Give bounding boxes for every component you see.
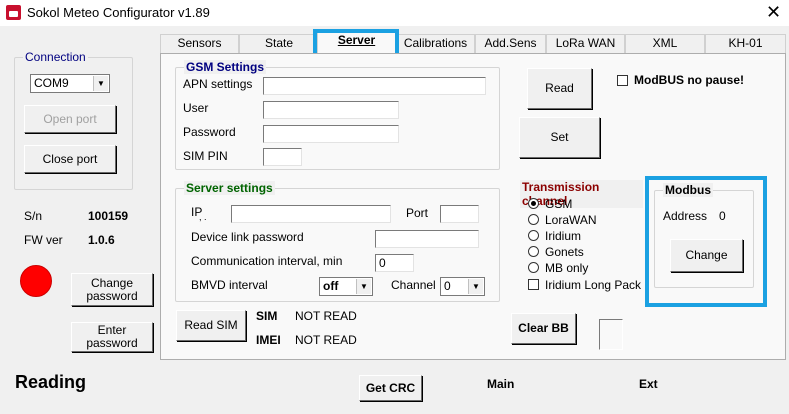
status-indicator <box>20 265 52 297</box>
sim-pin-input[interactable] <box>263 148 302 166</box>
comm-interval-input[interactable]: 0 <box>375 254 414 272</box>
chevron-down-icon: ▼ <box>356 279 371 294</box>
tab-state[interactable]: State <box>239 34 319 53</box>
radio-lorawan-label: LoraWAN <box>545 213 597 227</box>
port-select-value: COM9 <box>34 76 69 90</box>
close-port-button[interactable]: Close port <box>24 145 116 173</box>
sim-pin-label: SIM PIN <box>183 149 228 163</box>
radio-gonets-label: Gonets <box>545 245 584 259</box>
sn-value: 100159 <box>88 209 129 223</box>
window-title: Sokol Meteo Configurator v1.89 <box>27 5 210 20</box>
port-input[interactable] <box>440 205 479 223</box>
user-label: User <box>183 101 209 115</box>
radio-iridium[interactable] <box>528 230 539 241</box>
sn-label: S/n <box>24 209 43 223</box>
ext-label: Ext <box>639 377 658 391</box>
bmvd-interval-select[interactable]: off ▼ <box>319 277 373 296</box>
channel-select[interactable]: 0 ▼ <box>440 277 485 296</box>
clear-bb-button[interactable]: Clear BB <box>511 313 576 344</box>
bmvd-interval-value: off <box>323 279 339 293</box>
user-input[interactable] <box>263 101 399 119</box>
enter-password-button[interactable]: Enter password <box>71 322 153 352</box>
modbus-no-pause-label: ModBUS no pause! <box>634 73 744 87</box>
tab-sensors[interactable]: Sensors <box>160 34 239 53</box>
password-input[interactable] <box>263 125 399 143</box>
clear-bb-indicator <box>599 319 623 350</box>
radio-gsm[interactable] <box>528 198 539 209</box>
channel-label: Channel <box>391 278 436 292</box>
set-button[interactable]: Set <box>519 117 600 158</box>
radio-iridium-label: Iridium <box>545 229 582 243</box>
chevron-down-icon: ▼ <box>468 279 483 294</box>
ip-sublabel: , . <box>199 212 207 222</box>
status-reading: Reading <box>15 372 87 392</box>
sim-label: SIM <box>256 309 278 323</box>
radio-gsm-label: GSM <box>545 197 573 211</box>
ip-input[interactable] <box>231 205 391 223</box>
modbus-no-pause-checkbox[interactable] <box>617 75 628 86</box>
gsm-settings-title: GSM Settings <box>184 60 267 74</box>
device-link-password-label: Device link password <box>191 230 304 244</box>
get-crc-button[interactable]: Get CRC <box>359 375 422 401</box>
open-port-button[interactable]: Open port <box>24 105 116 133</box>
connection-title: Connection <box>23 50 88 64</box>
iridium-long-pack-checkbox[interactable] <box>528 279 539 290</box>
tab-add-sens[interactable]: Add.Sens <box>475 34 546 53</box>
change-password-button[interactable]: Change password <box>71 273 153 306</box>
imei-label: IMEI <box>256 333 281 347</box>
radio-mb-only[interactable] <box>528 262 539 273</box>
fw-value: 1.0.6 <box>88 233 115 247</box>
comm-interval-label: Communication interval, min <box>191 254 343 268</box>
bmvd-interval-label: BMVD interval <box>191 278 268 292</box>
read-sim-button[interactable]: Read SIM <box>176 310 246 341</box>
tab-xml[interactable]: XML <box>625 34 705 53</box>
fw-label: FW ver <box>24 233 63 247</box>
port-label: Port <box>406 206 429 220</box>
channel-value: 0 <box>444 279 451 293</box>
iridium-long-pack-label: Iridium Long Pack <box>545 278 642 292</box>
title-bar: Sokol Meteo Configurator v1.89 ✕ <box>0 0 789 26</box>
tab-lora-wan[interactable]: LoRa WAN <box>546 34 625 53</box>
app-icon <box>6 5 21 20</box>
radio-mb-only-label: MB only <box>545 261 589 275</box>
apn-input[interactable] <box>263 77 486 95</box>
imei-value: NOT READ <box>295 333 357 347</box>
port-select[interactable]: COM9 ▼ <box>30 74 110 93</box>
chevron-down-icon: ▼ <box>93 76 108 91</box>
password-label: Password <box>183 125 236 139</box>
apn-label: APN settings <box>183 77 253 91</box>
server-settings-title: Server settings <box>184 181 275 195</box>
read-button[interactable]: Read <box>527 68 592 109</box>
device-link-password-input[interactable] <box>375 230 479 248</box>
radio-lorawan[interactable] <box>528 214 539 225</box>
close-icon[interactable]: ✕ <box>766 2 781 22</box>
tab-calibrations[interactable]: Calibrations <box>396 34 475 53</box>
tab-kh-01[interactable]: KH-01 <box>705 34 786 53</box>
modbus-highlight <box>645 176 767 307</box>
sim-value: NOT READ <box>295 309 357 323</box>
radio-gonets[interactable] <box>528 246 539 257</box>
main-label: Main <box>487 377 515 391</box>
